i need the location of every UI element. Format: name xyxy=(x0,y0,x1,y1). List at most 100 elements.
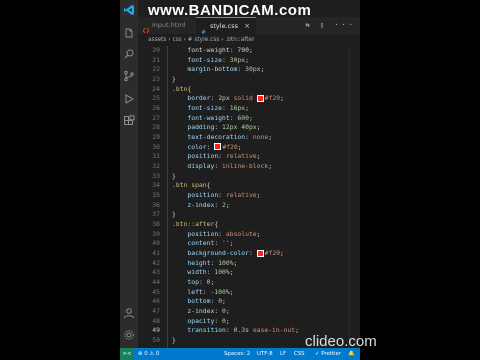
problems-indicator[interactable]: ⊗ 0 ⚠ 0 xyxy=(138,348,159,360)
code-token: ; xyxy=(256,123,261,132)
code-line[interactable]: 44 top: 0; xyxy=(138,278,360,288)
remote-indicator[interactable]: >< xyxy=(120,348,134,360)
tab-label: input.html xyxy=(152,21,186,29)
code-line[interactable]: 25 border: 2px solid #f20; xyxy=(138,94,360,104)
line-number: 49 xyxy=(152,326,160,335)
line-number: 46 xyxy=(152,297,160,306)
code-line[interactable]: 37} xyxy=(138,210,360,220)
code-token: font-weight: 700; xyxy=(172,46,253,54)
line-number: 31 xyxy=(152,152,160,161)
code-line[interactable]: 45 left: -100%; xyxy=(138,288,360,298)
split-editor-icon[interactable]: ⇆ ▯ ··· xyxy=(305,17,356,34)
code-line[interactable]: 31 position: relative; xyxy=(138,152,360,162)
code-line[interactable]: 39 position: absolute; xyxy=(138,230,360,240)
code-token: : xyxy=(218,229,226,238)
code-token: : xyxy=(214,239,223,248)
code-token: position xyxy=(172,191,219,200)
css-file-icon: # xyxy=(201,24,207,36)
code-line[interactable]: 35 position: relative; xyxy=(138,191,360,201)
code-line[interactable]: 48 opacity: 0; xyxy=(138,317,360,327)
code-token: : xyxy=(248,249,257,258)
code-line[interactable]: 43 width: 100%; xyxy=(138,268,360,278)
code-line[interactable]: 36 z-index: 2; xyxy=(138,201,360,211)
eol-indicator[interactable]: LF xyxy=(280,348,286,360)
breadcrumb[interactable]: assets › css › # style.css › .btn::after xyxy=(138,34,360,46)
line-number: 27 xyxy=(152,113,160,122)
language-mode[interactable]: CSS xyxy=(294,348,305,360)
code-token: ; xyxy=(256,229,261,238)
code-line[interactable]: 27 font-weight: 600; xyxy=(138,114,360,124)
code-line[interactable]: 30 color: #f20; xyxy=(138,143,360,153)
code-token: ease-in-out xyxy=(248,326,296,335)
code-token: text-decoration xyxy=(172,133,246,142)
code-text: } xyxy=(172,336,176,346)
code-token: color xyxy=(172,142,207,151)
code-token: ; xyxy=(225,200,230,209)
code-token: ; xyxy=(229,287,234,296)
code-line[interactable]: 32 display: inline-block; xyxy=(138,162,360,172)
code-line[interactable]: 42 height: 100%; xyxy=(138,259,360,269)
close-icon[interactable]: × xyxy=(244,18,250,35)
code-token: font-size xyxy=(172,55,223,64)
code-token: 100% xyxy=(214,268,230,277)
code-text: font-size: 30px; xyxy=(172,56,249,66)
code-text: .btn{ xyxy=(172,85,191,95)
code-token: ; xyxy=(210,278,215,287)
line-number: 37 xyxy=(152,210,160,219)
code-line[interactable]: 33} xyxy=(138,172,360,182)
color-swatch-icon[interactable] xyxy=(256,249,264,257)
code-token: bottom xyxy=(172,297,211,306)
source-control-icon[interactable] xyxy=(123,70,135,82)
code-line[interactable]: 24 .btn{ xyxy=(138,85,360,95)
color-swatch-icon[interactable] xyxy=(214,143,222,151)
settings-gear-icon[interactable] xyxy=(123,329,135,341)
line-number: 44 xyxy=(152,278,160,287)
code-line[interactable]: 40 content: ''; xyxy=(138,239,360,249)
encoding-indicator[interactable]: UTF-8 xyxy=(257,348,273,360)
line-number: 28 xyxy=(152,123,160,132)
code-editor[interactable]: 20 font-weight: 700; 21 font-size: 30px; 2… xyxy=(138,46,360,348)
code-text: left: -100%; xyxy=(172,287,234,298)
code-line[interactable]: 34 .btn span{ xyxy=(138,181,360,191)
minimap[interactable] xyxy=(349,46,360,348)
code-line[interactable]: 28 padding: 12px 40px; xyxy=(138,123,360,133)
code-line[interactable]: 46 bottom: 0; xyxy=(138,297,360,307)
indentation-indicator[interactable]: Spaces: 2 xyxy=(224,348,250,360)
tab-input-html[interactable]: input.html xyxy=(138,17,196,34)
run-debug-icon[interactable] xyxy=(123,93,135,105)
code-token: : xyxy=(218,152,226,161)
code-line[interactable]: 21 font-size: 30px; xyxy=(138,56,360,66)
explorer-icon[interactable] xyxy=(123,28,135,40)
line-number: 48 xyxy=(152,316,160,325)
code-token: position xyxy=(172,152,219,161)
code-token: #f20 xyxy=(264,94,281,103)
code-line[interactable]: 29 text-decoration: none; xyxy=(138,133,360,143)
line-number: 20 xyxy=(152,46,160,54)
code-token: border xyxy=(172,94,211,103)
code-line[interactable]: 41 background-color: #f20; xyxy=(138,249,360,259)
search-icon[interactable] xyxy=(123,48,135,60)
tab-style-css[interactable]: # style.css × xyxy=(196,17,256,36)
code-line[interactable]: 23} xyxy=(138,75,360,85)
extensions-icon[interactable] xyxy=(123,115,135,127)
code-line[interactable]: 38 .btn::after{ xyxy=(138,220,360,230)
line-number: 41 xyxy=(152,249,160,258)
code-token: top xyxy=(172,278,199,287)
code-text: .btn::after{ xyxy=(172,220,218,230)
code-token: relative xyxy=(225,152,257,161)
code-token: : xyxy=(214,307,223,316)
code-line[interactable]: 47 z-index: 0; xyxy=(138,307,360,317)
code-line[interactable]: 20 font-weight: 700; xyxy=(138,46,360,56)
line-number: 40 xyxy=(152,239,160,248)
html-file-icon xyxy=(142,23,150,34)
code-line[interactable]: 22 margin-bottom: 30px; xyxy=(138,65,360,75)
code-text: } xyxy=(172,172,176,182)
account-icon[interactable] xyxy=(123,307,135,319)
code-token: ; xyxy=(295,326,299,335)
line-number: 32 xyxy=(152,162,160,171)
code-token: } xyxy=(172,171,176,180)
code-token: z-index xyxy=(172,307,215,316)
code-token: } xyxy=(172,336,176,345)
code-line[interactable]: 26 font-size: 16px; xyxy=(138,104,360,114)
color-swatch-icon[interactable] xyxy=(256,94,264,102)
